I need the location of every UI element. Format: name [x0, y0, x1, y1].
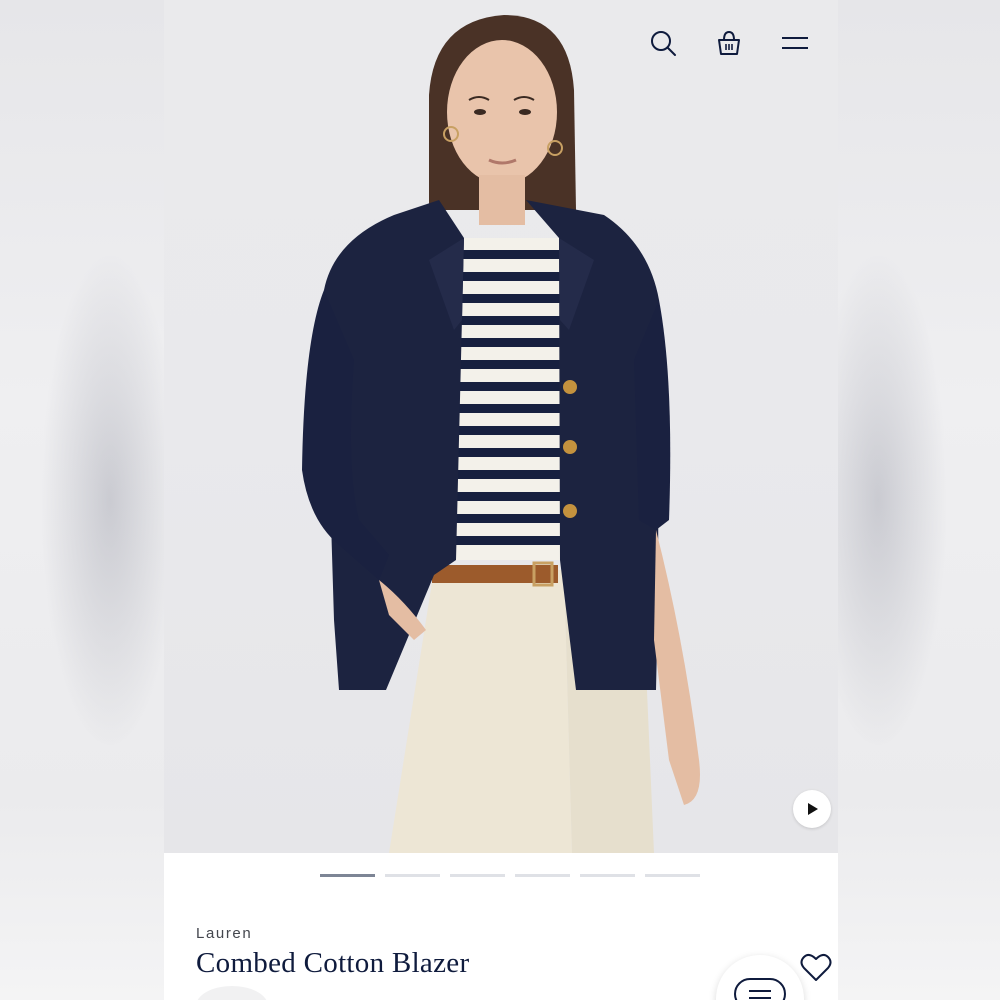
- search-button[interactable]: [644, 24, 682, 62]
- search-icon: [651, 31, 676, 56]
- mobile-product-page: Lauren Combed Cotton Blazer: [164, 0, 838, 1000]
- carousel-indicator-6[interactable]: [645, 874, 700, 877]
- carousel-indicator-3[interactable]: [450, 874, 505, 877]
- product-brand: Lauren: [196, 925, 253, 942]
- chat-button[interactable]: [716, 955, 804, 1000]
- heart-icon: [800, 953, 832, 981]
- menu-button[interactable]: [776, 24, 814, 62]
- product-swatch[interactable]: [196, 986, 268, 1000]
- product-image[interactable]: [164, 0, 838, 853]
- chat-icon: [734, 978, 786, 1000]
- carousel-indicator-5[interactable]: [580, 874, 635, 877]
- wishlist-button[interactable]: [798, 950, 834, 986]
- left-blurred-background: [0, 0, 180, 1000]
- carousel-indicator-2[interactable]: [385, 874, 440, 877]
- play-video-button[interactable]: [793, 790, 831, 828]
- shopping-bag-icon: [718, 30, 740, 55]
- product-title: Combed Cotton Blazer: [196, 947, 470, 979]
- carousel-indicators: [320, 874, 700, 877]
- play-icon: [808, 803, 818, 815]
- model-photo: [302, 15, 700, 853]
- right-blurred-background: [808, 0, 1000, 1000]
- carousel-indicator-1[interactable]: [320, 874, 375, 877]
- carousel-indicator-4[interactable]: [515, 874, 570, 877]
- header-nav: [644, 24, 814, 62]
- shopping-bag-button[interactable]: [710, 24, 748, 62]
- hamburger-menu-icon: [782, 37, 808, 49]
